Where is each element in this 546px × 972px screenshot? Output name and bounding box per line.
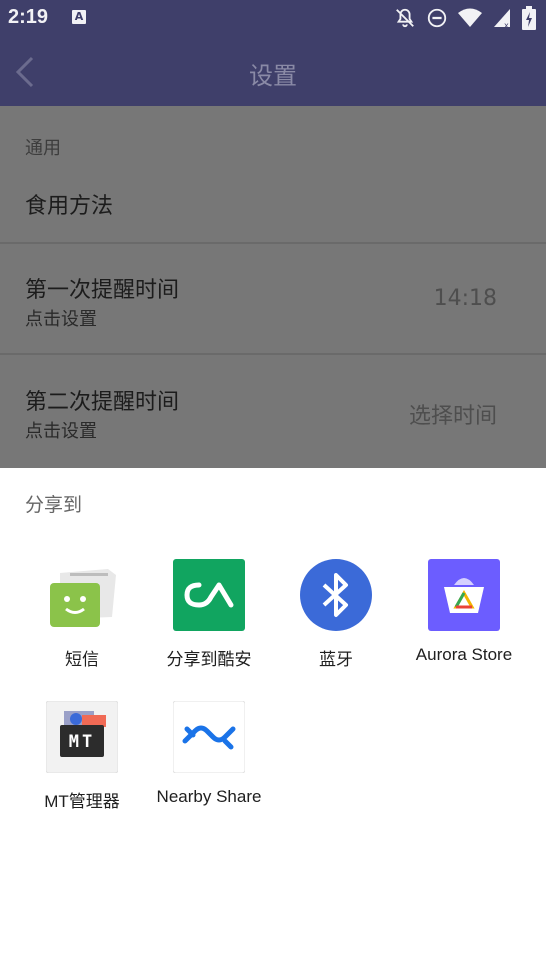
share-target-label: Aurora Store bbox=[415, 645, 513, 664]
share-target-label: 分享到酷安 bbox=[166, 650, 252, 669]
nearby-share-icon bbox=[172, 700, 246, 774]
settings-item-second-reminder[interactable]: 第二次提醒时间 bbox=[25, 384, 179, 416]
share-target-label: MT管理器 bbox=[44, 792, 120, 811]
share-target-aurora-store[interactable]: Aurora Store bbox=[396, 559, 532, 665]
settings-item-second-reminder-subtitle: 点击设置 bbox=[25, 421, 97, 442]
share-sheet: 分享到 短信 分享到酷安 蓝牙 Aurora Store MT MT管理器 Ne… bbox=[0, 468, 546, 972]
share-target-bluetooth[interactable]: 蓝牙 bbox=[268, 559, 404, 670]
first-reminder-time-value: 14:18 bbox=[433, 286, 497, 311]
share-target-mt-manager[interactable]: MT MT管理器 bbox=[14, 700, 150, 812]
share-sheet-title: 分享到 bbox=[25, 494, 83, 516]
settings-item-first-reminder-subtitle: 点击设置 bbox=[25, 309, 97, 330]
do-not-disturb-icon bbox=[427, 8, 447, 28]
mt-icon-text: MT bbox=[69, 732, 95, 752]
share-target-sms[interactable]: 短信 bbox=[14, 559, 150, 670]
share-target-coolapk[interactable]: 分享到酷安 bbox=[141, 559, 277, 670]
settings-item-first-reminder[interactable]: 第一次提醒时间 bbox=[25, 272, 179, 304]
coolapk-icon bbox=[173, 559, 245, 631]
notifications-off-icon bbox=[396, 8, 414, 28]
share-target-label: Nearby Share bbox=[156, 787, 262, 806]
settings-item-usage[interactable]: 食用方法 bbox=[25, 188, 113, 220]
signal-icon: x bbox=[494, 9, 510, 29]
mt-manager-icon: MT bbox=[45, 700, 119, 774]
notification-a-icon: A bbox=[72, 10, 86, 24]
wifi-icon bbox=[458, 8, 482, 27]
second-reminder-time-value: 选择时间 bbox=[408, 404, 497, 429]
aurora-store-icon bbox=[428, 559, 500, 631]
status-time: 2:19 bbox=[8, 6, 49, 28]
share-target-nearby-share[interactable]: Nearby Share bbox=[141, 700, 277, 807]
page-title: 设置 bbox=[249, 62, 297, 90]
status-bar: 2:19 A x bbox=[0, 0, 546, 36]
svg-text:x: x bbox=[504, 21, 509, 29]
settings-list: 通用 食用方法 第一次提醒时间 点击设置 14:18 第二次提醒时间 点击设置 … bbox=[0, 106, 546, 468]
divider bbox=[0, 242, 546, 244]
divider bbox=[0, 353, 546, 355]
battery-icon bbox=[522, 6, 536, 30]
bluetooth-icon bbox=[300, 559, 372, 631]
share-target-label: 短信 bbox=[65, 650, 99, 669]
section-header-general: 通用 bbox=[25, 138, 61, 159]
app-bar: 设置 bbox=[0, 36, 546, 106]
status-icons: x bbox=[394, 6, 536, 30]
share-target-label: 蓝牙 bbox=[319, 650, 353, 669]
messaging-icon bbox=[46, 559, 118, 631]
